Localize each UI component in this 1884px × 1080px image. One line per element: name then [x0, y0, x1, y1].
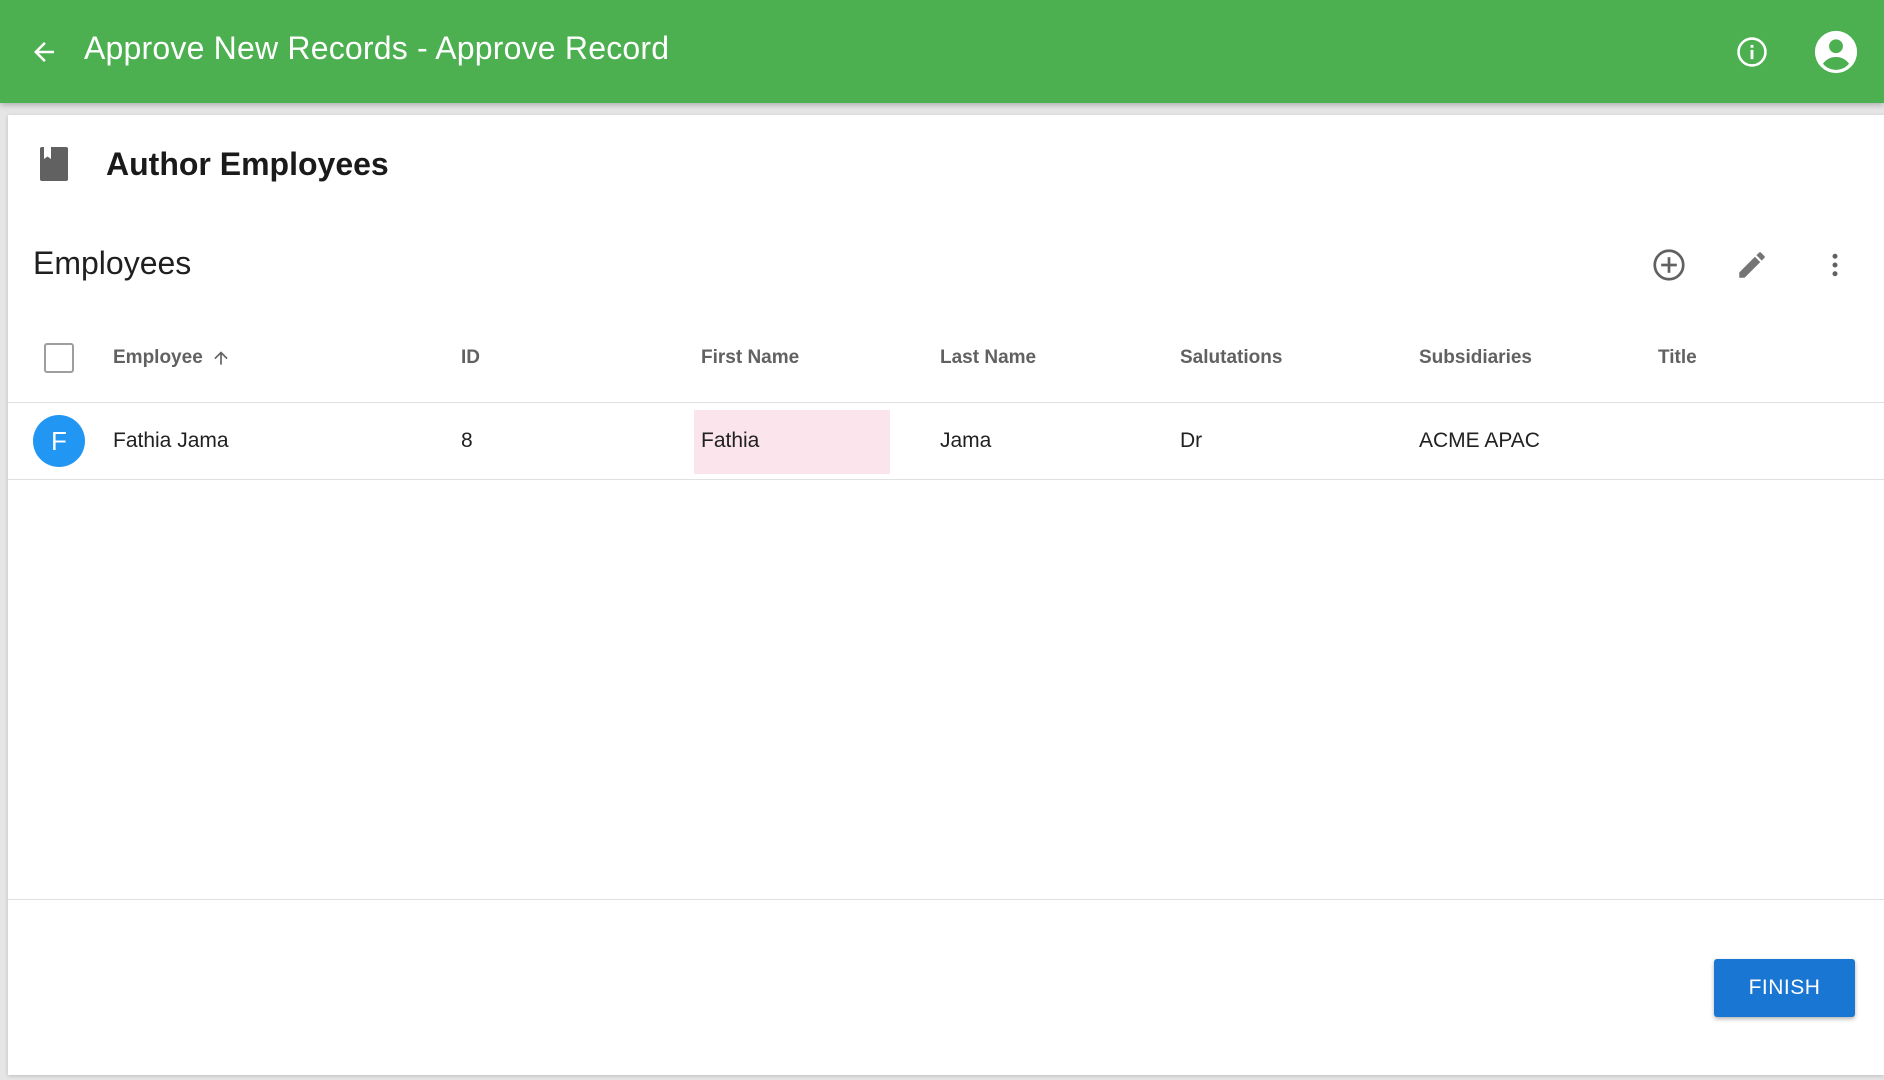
more-vert-icon — [1832, 253, 1838, 277]
back-button[interactable] — [24, 32, 64, 72]
add-circle-icon — [1653, 249, 1685, 281]
column-header-salutations[interactable]: Salutations — [1180, 347, 1282, 369]
finish-button[interactable]: FINISH — [1714, 959, 1855, 1017]
arrow-upward-icon — [211, 348, 231, 368]
add-button[interactable] — [1645, 241, 1693, 289]
page-title: Approve New Records - Approve Record — [84, 30, 670, 66]
avatar: F — [33, 415, 85, 467]
card-heading: Author Employees — [106, 145, 389, 182]
arrow-back-icon — [34, 42, 54, 62]
account-circle-icon — [1814, 30, 1858, 74]
cell-employee: Fathia Jama — [113, 429, 229, 452]
column-header-last-name[interactable]: Last Name — [940, 347, 1036, 369]
column-header-title[interactable]: Title — [1658, 347, 1697, 369]
cell-first-name: Fathia — [701, 429, 760, 452]
app-bar: Approve New Records - Approve Record — [0, 0, 1884, 103]
book-icon — [38, 146, 70, 182]
edit-icon — [1739, 252, 1765, 278]
column-header-employee[interactable]: Employee — [113, 347, 231, 369]
account-button[interactable] — [1812, 28, 1860, 76]
edit-button[interactable] — [1728, 241, 1776, 289]
cell-id: 8 — [461, 429, 473, 452]
column-header-subsidiaries[interactable]: Subsidiaries — [1419, 347, 1532, 369]
more-options-button[interactable] — [1811, 241, 1859, 289]
cell-salutation: Dr — [1180, 429, 1203, 452]
cell-last-name: Jama — [940, 429, 992, 452]
card-header: Author Employees — [38, 139, 389, 189]
column-header-first-name[interactable]: First Name — [701, 347, 799, 369]
info-button[interactable] — [1732, 32, 1772, 72]
cell-subsidiary: ACME APAC — [1419, 429, 1540, 452]
select-all-checkbox[interactable] — [44, 343, 74, 373]
footer-divider — [8, 899, 1884, 900]
section-title: Employees — [33, 245, 192, 281]
info-icon — [1737, 37, 1767, 67]
record-card: Author Employees Employees Employee ID F… — [8, 115, 1884, 1075]
column-header-id[interactable]: ID — [461, 347, 480, 369]
